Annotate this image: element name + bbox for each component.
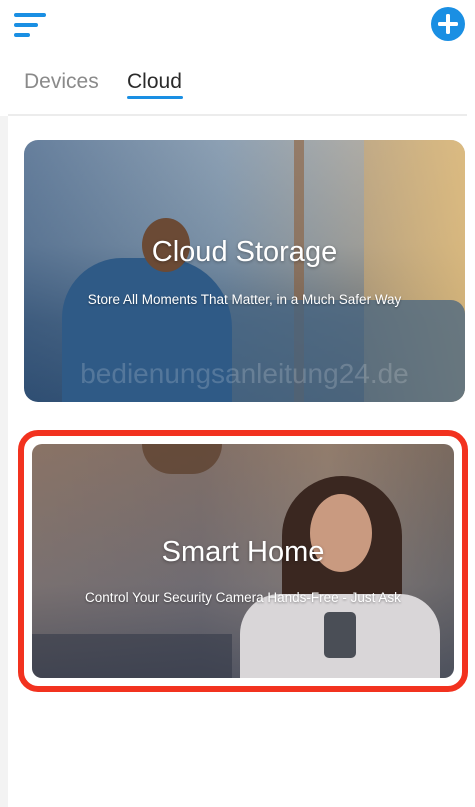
shelf-image: [32, 634, 232, 678]
tab-cloud[interactable]: Cloud: [127, 70, 182, 94]
smart-home-subtitle: Control Your Security Camera Hands-Free …: [85, 590, 401, 605]
phone-image: [324, 612, 356, 658]
left-edge-shade: [0, 116, 8, 807]
plus-circle-icon[interactable]: [430, 6, 466, 42]
tab-devices[interactable]: Devices: [24, 70, 99, 94]
lamp-image: [142, 444, 222, 474]
menu-line: [14, 33, 30, 37]
smart-home-title: Smart Home: [161, 536, 325, 568]
tab-bar: Devices Cloud: [0, 62, 475, 110]
menu-line: [14, 23, 38, 27]
hamburger-menu-icon[interactable]: [14, 10, 48, 40]
cloud-storage-card[interactable]: bedienungsanleitung24.de Cloud Storage S…: [24, 140, 465, 402]
cloud-storage-title: Cloud Storage: [151, 236, 338, 268]
cloud-storage-subtitle: Store All Moments That Matter, in a Much…: [87, 292, 402, 307]
divider: [8, 114, 467, 116]
smart-home-card[interactable]: Smart Home Control Your Security Camera …: [18, 430, 468, 692]
active-tab-indicator: [127, 96, 183, 99]
watermark-text: bedienungsanleitung24.de: [80, 358, 409, 389]
smart-home-image: Smart Home Control Your Security Camera …: [32, 444, 454, 678]
menu-line: [14, 13, 46, 17]
top-bar: [0, 0, 475, 60]
